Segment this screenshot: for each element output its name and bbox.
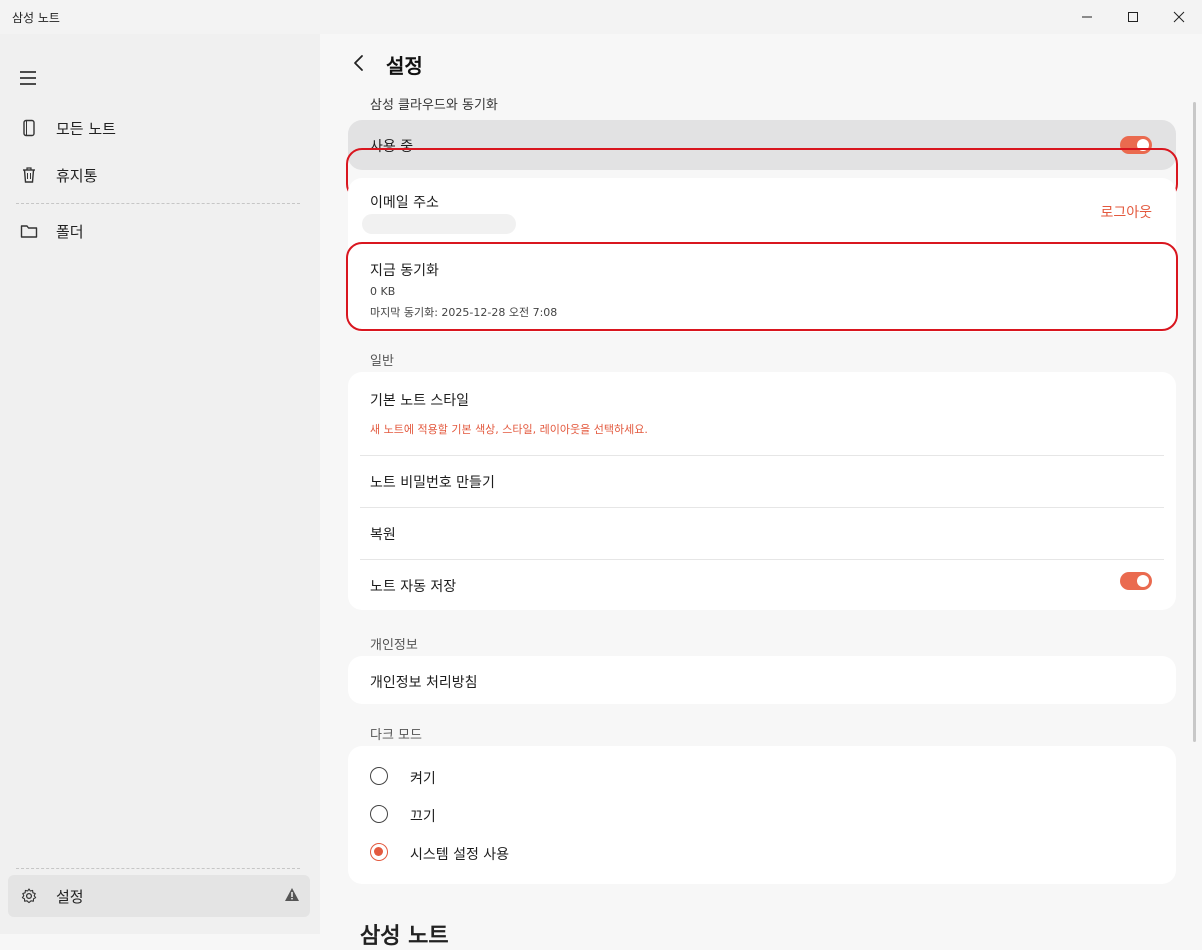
- menu-button[interactable]: [18, 68, 42, 92]
- privacy-policy-row[interactable]: 개인정보 처리방침: [348, 656, 1176, 704]
- radio-button[interactable]: [370, 767, 388, 785]
- dark-mode-option-on[interactable]: 켜기: [348, 758, 1176, 794]
- sidebar-item-all-notes[interactable]: 모든 노트: [8, 107, 310, 149]
- radio-label: 시스템 설정 사용: [410, 847, 510, 863]
- minimize-button[interactable]: [1064, 0, 1110, 34]
- section-label-dark-mode: 다크 모드: [370, 728, 422, 743]
- sidebar-item-label: 휴지통: [56, 166, 98, 185]
- email-value: [362, 214, 516, 234]
- section-label-cloud: 삼성 클라우드와 동기화: [370, 98, 498, 113]
- section-label-general: 일반: [370, 354, 394, 369]
- privacy-policy-label: 개인정보 처리방침: [370, 675, 478, 691]
- sidebar-item-settings[interactable]: 설정: [8, 875, 310, 917]
- page-title: 설정: [386, 54, 423, 78]
- warning-icon: [284, 887, 300, 906]
- section-heading-samsung-notes: 삼성 노트: [360, 924, 449, 949]
- email-label: 이메일 주소: [370, 195, 439, 211]
- autosave-row[interactable]: 노트 자동 저장: [348, 560, 1176, 610]
- sidebar: 모든 노트 휴지통 폴더 설정: [0, 34, 320, 934]
- sidebar-divider: [16, 203, 300, 204]
- settings-page: 설정 삼성 클라우드와 동기화 사용 중 이메일 주소 로그아웃 지금 동기화 …: [320, 34, 1202, 949]
- radio-button[interactable]: [370, 805, 388, 823]
- hamburger-icon: [20, 71, 36, 85]
- note-password-label: 노트 비밀번호 만들기: [370, 475, 495, 491]
- radio-label: 켜기: [410, 771, 436, 787]
- app-title: 삼성 노트: [12, 11, 60, 25]
- dark-mode-option-system[interactable]: 시스템 설정 사용: [348, 834, 1176, 870]
- sidebar-item-label: 설정: [56, 887, 84, 906]
- restore-row[interactable]: 복원: [348, 508, 1176, 558]
- dark-mode-card: 켜기 끄기 시스템 설정 사용: [348, 746, 1176, 884]
- maximize-icon: [1128, 12, 1138, 22]
- title-bar: 삼성 노트: [0, 0, 1202, 34]
- notebook-icon: [18, 117, 40, 139]
- email-row: 이메일 주소 로그아웃: [348, 178, 1176, 242]
- maximize-button[interactable]: [1110, 0, 1156, 34]
- sidebar-item-label: 폴더: [56, 222, 84, 241]
- autosave-toggle[interactable]: [1120, 572, 1152, 590]
- general-card: 기본 노트 스타일 새 노트에 적용할 기본 색상, 스타일, 레이아웃을 선택…: [348, 372, 1176, 610]
- close-button[interactable]: [1156, 0, 1202, 34]
- sidebar-divider: [16, 868, 300, 869]
- radio-label: 끄기: [410, 809, 436, 825]
- highlight-box-sync: [346, 242, 1178, 331]
- default-style-description: 새 노트에 적용할 기본 색상, 스타일, 레이아웃을 선택하세요.: [370, 423, 648, 436]
- section-label-privacy: 개인정보: [370, 638, 418, 653]
- default-style-label: 기본 노트 스타일: [370, 393, 470, 409]
- sidebar-item-folder[interactable]: 폴더: [8, 210, 310, 252]
- autosave-label: 노트 자동 저장: [370, 579, 457, 595]
- scrollbar[interactable]: [1193, 102, 1196, 742]
- radio-button-selected[interactable]: [370, 843, 388, 861]
- close-icon: [1173, 11, 1185, 23]
- dark-mode-option-off[interactable]: 끄기: [348, 796, 1176, 832]
- restore-label: 복원: [370, 527, 396, 543]
- chevron-left-icon: [354, 55, 363, 71]
- minimize-icon: [1082, 16, 1092, 18]
- trash-icon: [18, 164, 40, 186]
- sidebar-item-trash[interactable]: 휴지통: [8, 154, 310, 196]
- folder-icon: [18, 220, 40, 242]
- gear-icon: [18, 885, 40, 907]
- note-password-row[interactable]: 노트 비밀번호 만들기: [348, 456, 1176, 506]
- sidebar-item-label: 모든 노트: [56, 119, 116, 138]
- default-style-row[interactable]: 기본 노트 스타일 새 노트에 적용할 기본 색상, 스타일, 레이아웃을 선택…: [348, 372, 1176, 454]
- logout-button[interactable]: 로그아웃: [1100, 202, 1152, 222]
- back-button[interactable]: [348, 52, 370, 74]
